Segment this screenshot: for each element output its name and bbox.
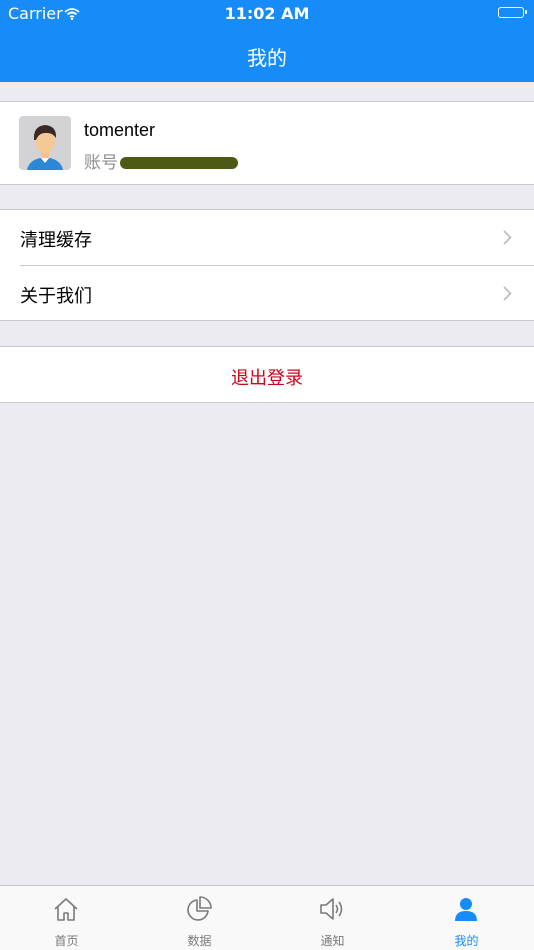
account-label: 账号 bbox=[84, 153, 118, 173]
about-us-label: 关于我们 bbox=[20, 286, 92, 307]
logout-button[interactable]: 退出登录 bbox=[0, 346, 534, 403]
clear-cache-label: 清理缓存 bbox=[20, 230, 92, 251]
settings-menu: 清理缓存 关于我们 bbox=[0, 209, 534, 321]
home-icon bbox=[54, 898, 78, 921]
account-value: redacted bbox=[120, 157, 238, 169]
status-time: 11:02 AM bbox=[224, 4, 310, 23]
chevron-right-icon bbox=[503, 230, 512, 249]
battery-icon bbox=[498, 7, 527, 18]
tab-data[interactable]: 数据 bbox=[133, 886, 266, 950]
logout-label: 退出登录 bbox=[231, 368, 303, 389]
tab-mine-label: 我的 bbox=[454, 934, 479, 948]
username: tomenter bbox=[84, 120, 156, 140]
status-bar: Carrier 11:02 AM bbox=[0, 0, 534, 28]
speaker-icon bbox=[320, 898, 343, 920]
user-icon bbox=[455, 898, 477, 921]
tab-notification-label: 通知 bbox=[320, 934, 345, 948]
tab-home[interactable]: 首页 bbox=[0, 886, 133, 950]
about-us-item[interactable]: 关于我们 bbox=[0, 266, 534, 321]
tab-home-label: 首页 bbox=[54, 934, 79, 948]
chevron-right-icon bbox=[503, 286, 512, 305]
tab-mine[interactable]: 我的 bbox=[400, 886, 533, 950]
clear-cache-item[interactable]: 清理缓存 bbox=[0, 210, 534, 266]
avatar bbox=[19, 116, 71, 170]
pie-chart-icon bbox=[187, 896, 212, 921]
tab-bar: 首页 数据 通知 我的 bbox=[0, 885, 534, 950]
tab-data-label: 数据 bbox=[187, 934, 212, 948]
account-row: 账号redacted bbox=[84, 148, 238, 173]
profile-card[interactable]: tomenter 账号redacted bbox=[0, 101, 534, 185]
header: Carrier 11:02 AM 我的 bbox=[0, 0, 534, 82]
page-title: 我的 bbox=[247, 46, 287, 70]
tab-notification[interactable]: 通知 bbox=[266, 886, 399, 950]
